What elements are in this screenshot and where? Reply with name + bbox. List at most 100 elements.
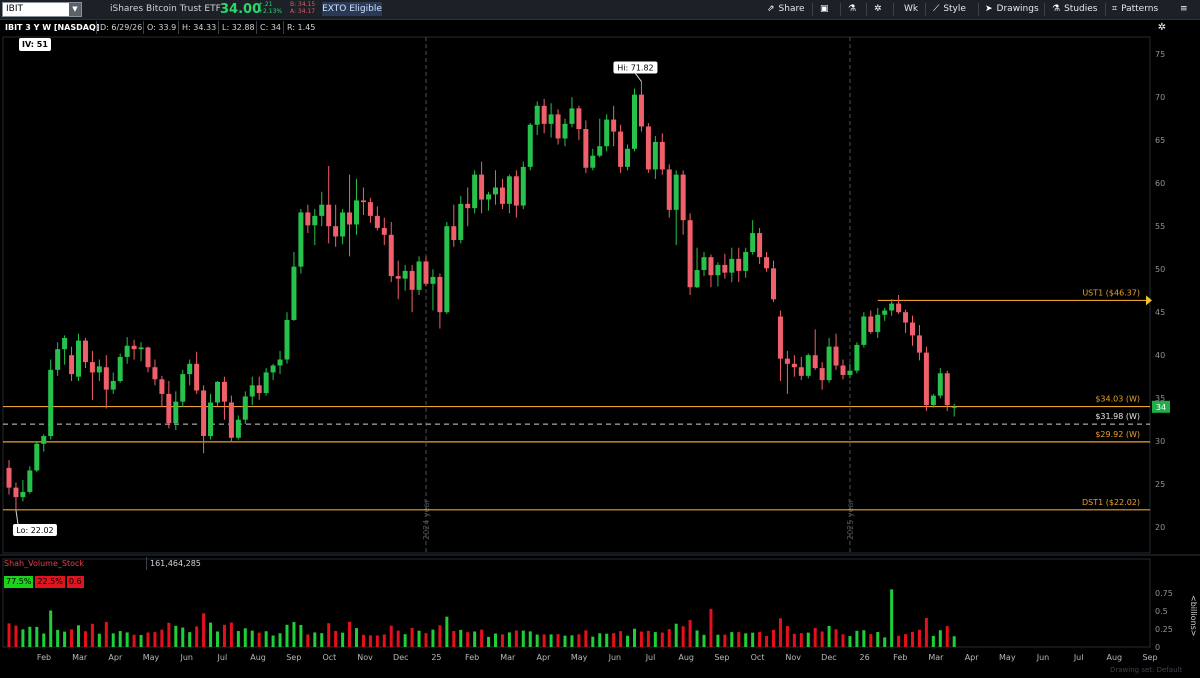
candle-body — [743, 252, 749, 271]
volume-y-tick: 0.25 — [1155, 625, 1173, 634]
volume-bar — [327, 623, 331, 647]
candle-body — [604, 119, 610, 147]
candle-body — [228, 402, 234, 438]
volume-bar — [118, 631, 122, 647]
candle-body — [625, 148, 631, 167]
volume-bar — [348, 621, 352, 647]
candle-body — [944, 373, 950, 406]
candle-body — [534, 105, 540, 125]
volume-bar — [883, 637, 887, 647]
candle-body — [833, 346, 839, 366]
x-tick-label: May — [143, 653, 160, 662]
volume-bar — [368, 635, 372, 647]
volume-y-tick: 0 — [1155, 643, 1160, 652]
candle-body — [486, 194, 492, 200]
volume-bar — [924, 618, 928, 647]
x-tick-label: May — [999, 653, 1016, 662]
volume-bar — [292, 622, 296, 647]
volume-unit-box: <billions> — [1180, 595, 1200, 637]
candle-body — [69, 355, 75, 375]
volume-bar — [612, 633, 616, 647]
candle-body — [465, 203, 471, 209]
buy-pct: 77.5% — [4, 576, 34, 588]
candle-body — [951, 406, 957, 408]
volume-bar — [21, 629, 25, 647]
candle-body — [55, 349, 61, 370]
volume-value: 161,464,285 — [146, 557, 204, 570]
volume-bar — [633, 628, 636, 647]
candle-body — [805, 355, 811, 376]
candle-body — [263, 372, 269, 394]
volume-bar — [737, 632, 741, 647]
volume-bar — [695, 630, 699, 647]
x-tick-label: Feb — [465, 653, 479, 662]
candle-body — [235, 419, 241, 438]
candle-body — [13, 487, 19, 498]
volume-bar — [445, 616, 449, 647]
volume-bar — [7, 623, 11, 647]
x-tick-label: Oct — [751, 653, 765, 662]
candle-body — [242, 396, 248, 420]
volume-bar — [681, 626, 685, 647]
candle-body — [784, 358, 790, 364]
candle-body — [645, 126, 651, 170]
candle-body — [916, 335, 922, 353]
candle-body — [854, 344, 860, 371]
volume-bar — [222, 624, 226, 647]
candle-body — [875, 314, 881, 332]
volume-bar — [83, 631, 87, 647]
volume-bar — [911, 631, 914, 647]
candle-body — [201, 390, 207, 437]
volume-bar — [396, 630, 400, 647]
volume-bar — [841, 634, 845, 647]
volume-bar — [257, 632, 261, 647]
candle-body — [180, 374, 186, 402]
candle-body — [757, 233, 763, 258]
volume-bar — [334, 630, 338, 647]
x-tick-label: Jun — [179, 653, 193, 662]
price-chart[interactable]: 2025303540455055606570752024 year 2025 ye… — [0, 0, 1200, 678]
volume-bar — [49, 610, 53, 647]
candle-body — [680, 174, 686, 221]
x-tick-label: Jul — [1073, 653, 1084, 662]
volume-bar — [389, 625, 393, 647]
volume-bar — [820, 631, 824, 647]
candle-body — [423, 261, 429, 284]
volume-bar — [938, 630, 942, 647]
volume-study-name: Shah_Volume_Stock — [4, 559, 85, 568]
candle-body — [395, 276, 401, 279]
volume-bar — [862, 630, 866, 647]
candle-body — [652, 141, 658, 170]
year-marker-label: 2025 year — [846, 499, 855, 540]
level-label: DST1 ($22.02) — [1082, 498, 1140, 507]
volume-bar — [42, 633, 46, 647]
candle-body — [76, 340, 81, 377]
volume-bar — [125, 632, 129, 647]
candle-body — [340, 212, 346, 237]
candle-body — [562, 123, 568, 139]
volume-bar — [278, 633, 282, 647]
candle-body — [847, 370, 853, 375]
level-arrow-icon — [1146, 295, 1152, 306]
volume-bar — [250, 630, 254, 647]
iv-badge: IV: 51 — [19, 38, 51, 51]
x-tick-label: Aug — [678, 653, 694, 662]
volume-bar — [945, 626, 949, 647]
volume-bar — [375, 635, 379, 647]
candle-body — [840, 365, 846, 375]
candle-body — [889, 303, 895, 311]
volume-bar — [785, 626, 789, 647]
volume-y-tick: 0.5 — [1155, 607, 1168, 616]
volume-bar — [556, 634, 560, 647]
volume-bar — [56, 629, 60, 647]
hi-pointer — [635, 73, 642, 82]
candle-body — [673, 174, 679, 210]
candle-body — [166, 393, 172, 424]
volume-bar — [542, 634, 546, 647]
candle-body — [937, 373, 943, 396]
candle-body — [409, 270, 415, 290]
candle-body — [305, 212, 311, 226]
ratio: 0.6 — [66, 576, 84, 588]
candle-body — [812, 355, 818, 369]
volume-bar — [848, 636, 852, 647]
